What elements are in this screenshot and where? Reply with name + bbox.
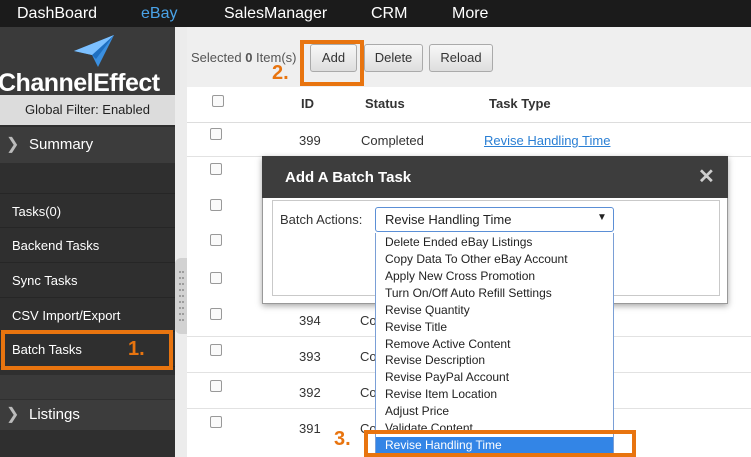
close-icon[interactable]: ✕ xyxy=(698,166,715,188)
sidebar-spacer xyxy=(0,375,175,399)
option-revise-paypal[interactable]: Revise PayPal Account xyxy=(385,369,509,386)
option-remove-active-content[interactable]: Remove Active Content xyxy=(385,336,510,353)
top-nav: DashBoard eBay SalesManager CRM More xyxy=(0,0,751,27)
nav-crm[interactable]: CRM xyxy=(371,0,407,27)
batch-actions-select[interactable]: Revise Handling Time xyxy=(375,207,614,232)
annotation-box-batch-tasks xyxy=(1,330,173,370)
nav-salesmanager[interactable]: SalesManager xyxy=(224,0,327,27)
row-task-type-link[interactable]: Revise Handling Time xyxy=(484,133,610,148)
grip-icon xyxy=(179,271,184,321)
reload-button[interactable]: Reload xyxy=(429,44,493,72)
row-id: 392 xyxy=(299,385,321,400)
row-id: 391 xyxy=(299,421,321,436)
option-revise-description[interactable]: Revise Description xyxy=(385,352,485,369)
annotation-box-add xyxy=(300,40,364,86)
row-checkbox[interactable] xyxy=(210,380,222,392)
option-delete-ended-listings[interactable]: Delete Ended eBay Listings xyxy=(385,234,532,251)
annotation-step-1: 1. xyxy=(128,338,145,360)
column-status[interactable]: Status xyxy=(365,96,405,111)
annotation-step-3: 3. xyxy=(334,428,351,450)
row-id: 394 xyxy=(299,313,321,328)
row-checkbox[interactable] xyxy=(210,272,222,284)
option-revise-quantity[interactable]: Revise Quantity xyxy=(385,302,470,319)
nav-ebay[interactable]: eBay xyxy=(141,0,177,27)
sidebar-item-backend-tasks[interactable]: Backend Tasks xyxy=(0,227,175,262)
chevron-right-icon: ❯ xyxy=(6,136,20,153)
sidebar-item-csv-import-export[interactable]: CSV Import/Export xyxy=(0,297,175,332)
option-copy-data[interactable]: Copy Data To Other eBay Account xyxy=(385,251,568,268)
row-checkbox[interactable] xyxy=(210,344,222,356)
global-filter-status[interactable]: Global Filter: Enabled xyxy=(0,95,175,125)
sidebar-section-listings[interactable]: ❯ Listings xyxy=(0,400,175,430)
option-revise-title[interactable]: Revise Title xyxy=(385,319,447,336)
column-task-type[interactable]: Task Type xyxy=(489,96,551,111)
row-checkbox[interactable] xyxy=(210,199,222,211)
nav-more[interactable]: More xyxy=(452,0,488,27)
listings-label: Listings xyxy=(29,406,80,423)
row-id: 393 xyxy=(299,349,321,364)
option-adjust-price[interactable]: Adjust Price xyxy=(385,403,449,420)
splitter-handle[interactable] xyxy=(175,258,187,334)
row-checkbox[interactable] xyxy=(210,308,222,320)
sidebar-item-sync-tasks[interactable]: Sync Tasks xyxy=(0,262,175,297)
option-apply-cross-promotion[interactable]: Apply New Cross Promotion xyxy=(385,268,535,285)
delete-button[interactable]: Delete xyxy=(364,44,423,72)
chevron-right-icon: ❯ xyxy=(6,406,20,423)
sidebar-splitter[interactable] xyxy=(175,27,187,457)
sidebar-section-summary[interactable]: ❯ Summary xyxy=(0,127,175,163)
chevron-down-icon: ▼ xyxy=(597,212,607,223)
row-checkbox[interactable] xyxy=(210,416,222,428)
annotation-box-handling-time xyxy=(364,430,636,457)
option-auto-refill[interactable]: Turn On/Off Auto Refill Settings xyxy=(385,285,552,302)
select-all-checkbox[interactable] xyxy=(212,95,224,107)
row-id: 399 xyxy=(299,133,321,148)
table-header xyxy=(187,87,751,123)
annotation-step-2: 2. xyxy=(272,62,289,84)
nav-dashboard[interactable]: DashBoard xyxy=(17,0,97,27)
column-id[interactable]: ID xyxy=(301,96,314,111)
row-status: Completed xyxy=(361,133,424,148)
batch-actions-label: Batch Actions: xyxy=(280,212,363,227)
summary-label: Summary xyxy=(29,136,94,153)
row-checkbox[interactable] xyxy=(210,163,222,175)
row-checkbox[interactable] xyxy=(210,234,222,246)
option-revise-item-location[interactable]: Revise Item Location xyxy=(385,386,497,403)
sidebar-item-tasks[interactable]: Tasks(0) xyxy=(0,193,175,228)
dialog-title: Add A Batch Task xyxy=(285,169,412,186)
row-checkbox[interactable] xyxy=(210,128,222,140)
paper-plane-icon xyxy=(74,35,114,67)
